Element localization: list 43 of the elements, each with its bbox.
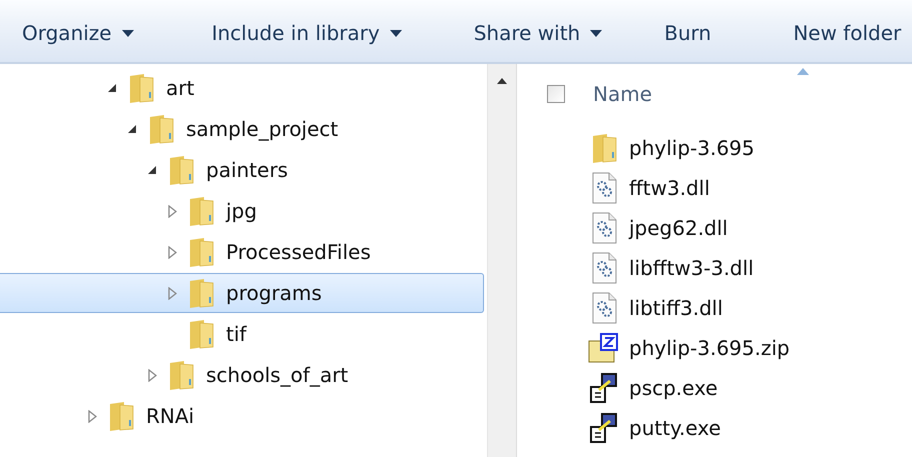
caret-icon (390, 30, 402, 36)
tree-item[interactable]: painters (0, 150, 484, 190)
tree-item[interactable]: schools_of_art (0, 355, 484, 395)
toolbar-button[interactable]: Share with (464, 15, 612, 51)
collapsed-arrow-icon[interactable] (168, 286, 176, 300)
collapsed-arrow-icon[interactable] (88, 410, 96, 422)
collapsed-arrow-icon[interactable] (168, 204, 176, 218)
file-name[interactable]: pscp.exe (629, 376, 718, 400)
select-all-checkbox[interactable] (547, 85, 565, 103)
toolbar-button[interactable]: Organize (12, 15, 144, 51)
collapsed-arrow-icon[interactable] (168, 246, 176, 258)
tree-item[interactable]: jpg (0, 191, 484, 231)
file-name[interactable]: fftw3.dll (629, 176, 710, 200)
toolbar-button[interactable]: New folder (783, 15, 912, 51)
tree-item[interactable]: tif (0, 314, 484, 354)
settings-file-icon (590, 172, 618, 204)
toolbar-button[interactable]: Include in library (202, 15, 412, 51)
caret-icon (590, 30, 602, 36)
file-name[interactable]: libtiff3.dll (629, 296, 723, 320)
file-name[interactable]: phylip-3.695.zip (629, 336, 790, 360)
computers-icon (589, 412, 619, 444)
file-name[interactable]: jpeg62.dll (629, 216, 728, 240)
settings-file-icon (590, 252, 618, 284)
settings-file-icon (590, 292, 618, 324)
collapsed-arrow-icon[interactable] (148, 368, 156, 382)
tree-item[interactable]: ProcessedFiles (0, 232, 484, 272)
expanded-arrow-icon[interactable] (147, 165, 157, 175)
file-name[interactable]: libfftw3-3.dll (629, 256, 754, 280)
tree-item[interactable]: art (0, 68, 484, 108)
caret-icon (122, 30, 134, 36)
computers-icon (589, 372, 619, 404)
tree-item[interactable]: sample_project (0, 109, 484, 149)
zip-archive-icon (588, 333, 620, 363)
tree-item[interactable]: programs (0, 273, 484, 313)
expanded-arrow-icon[interactable] (107, 83, 117, 93)
settings-file-icon (590, 212, 618, 244)
tree-item[interactable]: RNAi (0, 396, 484, 436)
file-name[interactable]: phylip-3.695 (629, 136, 754, 160)
toolbar-button[interactable]: Burn (654, 15, 722, 51)
column-header[interactable]: Name (593, 82, 652, 106)
file-name[interactable]: putty.exe (629, 416, 721, 440)
scroll-up-arrow-icon[interactable] (497, 78, 507, 84)
expanded-arrow-icon[interactable] (127, 124, 137, 134)
